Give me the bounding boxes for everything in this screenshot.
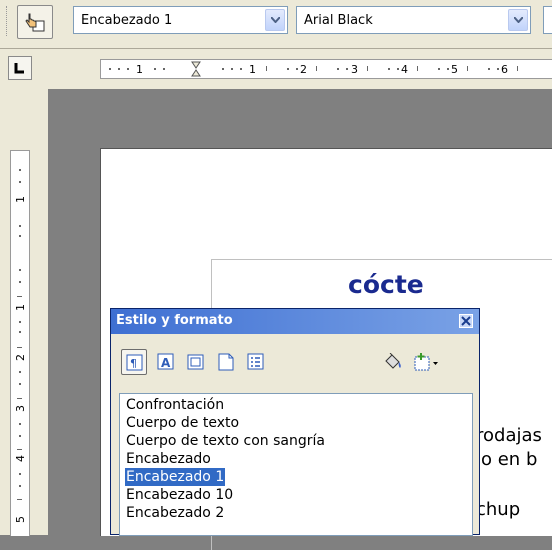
list-item[interactable]: Encabezado 10 <box>125 486 234 504</box>
ruler-label: 1 <box>249 63 256 76</box>
tab-stop-type-button[interactable] <box>8 56 32 80</box>
ruler-label: 1 <box>14 304 27 311</box>
ruler-label: 3 <box>14 405 27 412</box>
ruler-label: 2 <box>14 354 27 361</box>
ruler-bar: 1 1 2 3 4 5 6 <box>0 49 552 89</box>
list-styles-button[interactable] <box>243 349 269 375</box>
ruler-label: 2 <box>300 63 307 76</box>
document-text-line[interactable]: chup <box>476 499 520 520</box>
paragraph-style-select[interactable]: Encabezado 1 <box>73 6 288 34</box>
ruler-label: 1 <box>136 63 143 76</box>
font-name-dropdown-button[interactable] <box>508 9 528 31</box>
paragraph-style-dropdown-button[interactable] <box>265 9 285 31</box>
fill-format-mode-button[interactable] <box>379 349 405 375</box>
ruler-label: 3 <box>351 63 358 76</box>
styles-list[interactable]: Confrontación Cuerpo de texto Cuerpo de … <box>119 393 473 536</box>
svg-text:¶: ¶ <box>130 357 137 370</box>
list-item[interactable]: Encabezado 2 <box>125 504 225 522</box>
list-item-selected[interactable]: Encabezado 1 <box>125 468 226 486</box>
list-item[interactable]: Encabezado <box>125 450 212 468</box>
character-style-icon: A <box>157 353 174 370</box>
document-text-line[interactable]: lo en b <box>476 449 537 470</box>
ruler-label: 6 <box>501 63 508 76</box>
styles-and-formatting-button[interactable] <box>17 5 53 39</box>
close-icon <box>461 316 471 326</box>
vertical-ruler-scale: 1 1 2 3 4 5 <box>14 169 27 523</box>
list-item[interactable]: Confrontación <box>125 396 225 414</box>
pilcrow-icon: ¶ <box>126 354 143 371</box>
frame-styles-button[interactable] <box>183 349 209 375</box>
ruler-label: 1 <box>14 196 27 203</box>
paint-bucket-icon <box>385 353 401 369</box>
font-name-value: Arial Black <box>304 13 373 28</box>
frame-style-icon <box>187 354 204 370</box>
new-style-from-selection-button[interactable] <box>409 349 438 375</box>
ruler-label: 4 <box>14 455 27 462</box>
indent-marker <box>191 61 201 77</box>
page-style-icon <box>218 353 234 371</box>
left-tab-icon <box>14 63 24 74</box>
document-heading[interactable]: cócte <box>348 270 424 299</box>
list-item[interactable]: Cuerpo de texto con sangría <box>125 432 326 450</box>
paragraph-styles-button[interactable]: ¶ <box>121 349 147 375</box>
list-item[interactable]: Cuerpo de texto <box>125 414 240 432</box>
panel-title-bar[interactable]: Estilo y formato <box>111 309 479 334</box>
horizontal-ruler[interactable]: 1 1 2 3 4 5 6 <box>100 59 552 79</box>
character-styles-button[interactable]: A <box>153 349 179 375</box>
ruler-label: 4 <box>401 63 408 76</box>
horizontal-ruler-scale: 1 1 2 3 4 5 6 <box>109 61 518 77</box>
chevron-down-icon <box>433 362 438 365</box>
paragraph-style-value: Encabezado 1 <box>81 13 173 28</box>
panel-title: Estilo y formato <box>116 313 233 328</box>
hand-pointer-icon <box>25 13 45 32</box>
svg-text:A: A <box>161 356 171 370</box>
font-name-select[interactable]: Arial Black <box>296 6 531 34</box>
chevron-down-icon <box>514 17 523 23</box>
new-style-icon <box>414 353 438 371</box>
formatting-toolbar: Encabezado 1 Arial Black <box>0 0 552 49</box>
toolbar-grip[interactable] <box>6 6 10 36</box>
ruler-label: 5 <box>451 63 458 76</box>
chevron-down-icon <box>271 17 280 23</box>
page-styles-button[interactable] <box>213 349 239 375</box>
ruler-label: 5 <box>14 516 27 523</box>
font-size-select[interactable] <box>543 6 552 34</box>
vertical-ruler[interactable]: 1 1 2 3 4 5 <box>10 150 30 536</box>
list-style-icon <box>247 353 264 370</box>
document-text-line[interactable]: rodajas <box>476 425 542 446</box>
styles-and-formatting-panel: Estilo y formato ¶ A Confrontación Cuerp… <box>110 308 480 536</box>
panel-close-button[interactable] <box>459 314 473 328</box>
